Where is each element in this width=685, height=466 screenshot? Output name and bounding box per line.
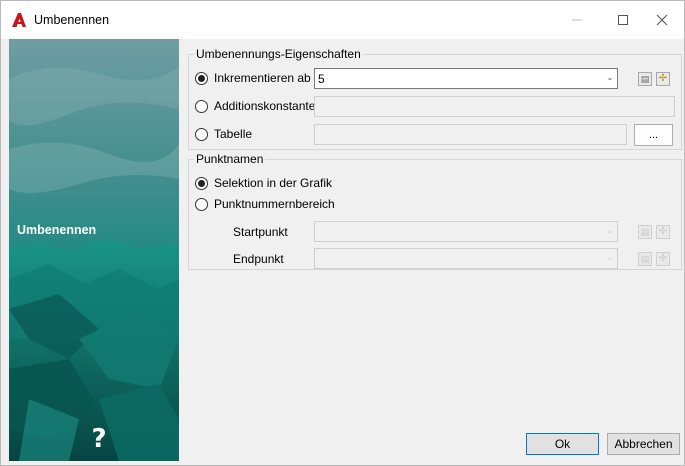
window-title: Umbenennen [34, 13, 110, 27]
radio-point-range[interactable]: Punktnummernbereich [195, 197, 335, 211]
endpoint-calculator-button[interactable]: ▤ [638, 252, 652, 266]
radio-selection-graphic[interactable]: Selektion in der Grafik [195, 176, 332, 190]
radio-range-label: Punktnummernbereich [214, 197, 335, 211]
endpoint-label: Endpunkt [233, 252, 284, 266]
endpoint-pick-button[interactable]: ✢ [656, 252, 670, 266]
radio-table[interactable]: Tabelle [195, 127, 252, 141]
radio-increment-circle[interactable] [195, 71, 208, 85]
pick-point-icon: ✢ [658, 73, 668, 84]
pick-point-icon: ✢ [658, 226, 668, 237]
calculator-icon: ▤ [640, 253, 650, 264]
radio-table-label: Tabelle [214, 127, 253, 141]
group-title-properties: Umbenennungs-Eigenschaften [194, 47, 363, 61]
endpoint-dropdown-indicator[interactable]: - [608, 251, 612, 265]
close-button[interactable] [639, 1, 685, 39]
endpoint-input[interactable]: - [314, 248, 618, 269]
increment-calculator-button[interactable]: ▤ [638, 72, 652, 86]
radio-selection-label: Selektion in der Grafik [214, 176, 333, 190]
startpoint-dropdown-indicator[interactable]: - [608, 224, 612, 238]
close-icon [656, 14, 668, 26]
radio-increment[interactable]: Inkrementieren ab [195, 71, 311, 85]
maximize-icon [618, 15, 628, 25]
increment-value-input[interactable]: 5 - [314, 68, 618, 89]
startpoint-input[interactable]: - [314, 221, 618, 242]
group-title-points: Punktnamen [194, 152, 266, 166]
startpoint-label: Startpunkt [233, 225, 288, 239]
side-banner-image: Umbenennen ? [9, 39, 179, 461]
minimize-icon [572, 19, 582, 21]
increment-pick-button[interactable]: ✢ [656, 72, 670, 86]
radio-increment-label: Inkrementieren ab [214, 71, 311, 85]
radio-addition-circle[interactable] [195, 99, 208, 113]
radio-range-circle[interactable] [195, 197, 208, 211]
dialog-window: Umbenennen Umbenennen ? Umbenennungs-Eig… [0, 0, 685, 466]
radio-selection-circle[interactable] [195, 176, 208, 190]
radio-addition[interactable]: Additionskonstante [195, 99, 315, 113]
increment-dropdown-indicator[interactable]: - [608, 71, 612, 85]
radio-table-circle[interactable] [195, 127, 208, 141]
cancel-button[interactable]: Abbrechen [607, 433, 680, 455]
help-icon[interactable]: ? [88, 426, 110, 452]
autocad-logo-icon [12, 13, 26, 27]
calculator-icon: ▤ [640, 226, 650, 237]
calculator-icon: ▤ [640, 73, 650, 84]
pick-point-icon: ✢ [658, 253, 668, 264]
radio-addition-label: Additionskonstante [214, 99, 316, 113]
minimize-button[interactable] [554, 1, 600, 39]
title-bar: Umbenennen [1, 1, 684, 39]
addition-constant-input[interactable] [314, 96, 675, 117]
side-panel-label: Umbenennen [17, 223, 97, 237]
table-input[interactable] [314, 124, 627, 145]
startpoint-pick-button[interactable]: ✢ [656, 225, 670, 239]
landscape-illustration [9, 39, 179, 461]
startpoint-calculator-button[interactable]: ▤ [638, 225, 652, 239]
increment-value: 5 [318, 72, 325, 86]
table-browse-button[interactable]: ... [634, 124, 673, 146]
ok-button[interactable]: Ok [526, 433, 599, 455]
